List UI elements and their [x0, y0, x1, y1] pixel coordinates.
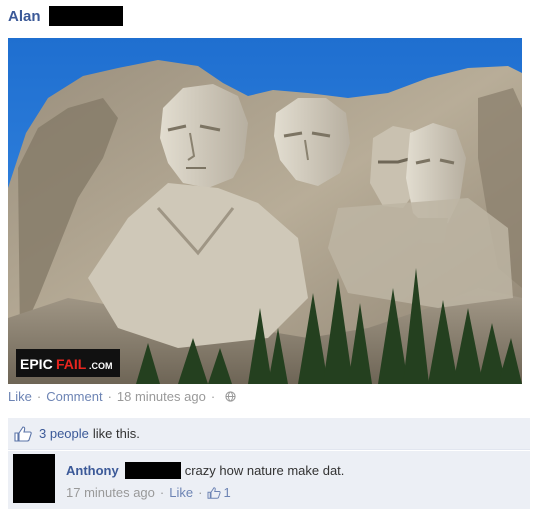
thumbs-up-icon[interactable]	[207, 486, 222, 499]
separator: ·	[198, 485, 203, 500]
comment-like-count[interactable]: 1	[223, 485, 230, 500]
avatar[interactable]	[13, 454, 55, 503]
watermark-com: .COM	[89, 361, 113, 371]
separator: ·	[107, 388, 112, 404]
watermark-epic: EPIC	[20, 356, 53, 372]
author-name[interactable]: Alan	[8, 8, 41, 25]
post-header: Alan	[8, 5, 123, 27]
separator: ·	[210, 388, 216, 404]
like-suffix: like this.	[92, 426, 140, 441]
globe-icon[interactable]	[225, 390, 236, 402]
like-count-link[interactable]: 3 people	[39, 426, 89, 441]
epicfail-logo: EPIC FAIL .COM	[16, 349, 120, 377]
separator: ·	[36, 388, 42, 404]
mount-rushmore-photo	[8, 38, 522, 384]
thumbs-up-icon	[14, 425, 32, 442]
comment-text: crazy how nature make dat.	[184, 463, 345, 478]
comment-like-link[interactable]: Like	[169, 485, 193, 500]
comment-link[interactable]: Comment	[46, 389, 102, 404]
post-photo[interactable]	[8, 38, 522, 384]
like-link[interactable]: Like	[8, 389, 32, 404]
comment: Anthony crazy how nature make dat. 17 mi…	[8, 451, 530, 509]
comment-meta: 17 minutes ago · Like · 1	[66, 485, 231, 500]
post-timestamp[interactable]: 18 minutes ago	[117, 389, 206, 404]
commenter-name[interactable]: Anthony	[66, 463, 119, 478]
watermark-fail: FAIL	[56, 356, 87, 372]
epicfail-watermark: EPIC FAIL .COM	[16, 349, 120, 377]
post-actions: Like · Comment · 18 minutes ago ·	[8, 386, 236, 406]
separator: ·	[159, 485, 165, 500]
comment-line: Anthony crazy how nature make dat.	[66, 462, 344, 479]
redacted-surname	[48, 6, 123, 26]
comment-timestamp[interactable]: 17 minutes ago	[66, 485, 155, 500]
like-summary-bar: 3 people like this.	[8, 418, 530, 450]
redacted-commenter-surname	[124, 462, 181, 479]
